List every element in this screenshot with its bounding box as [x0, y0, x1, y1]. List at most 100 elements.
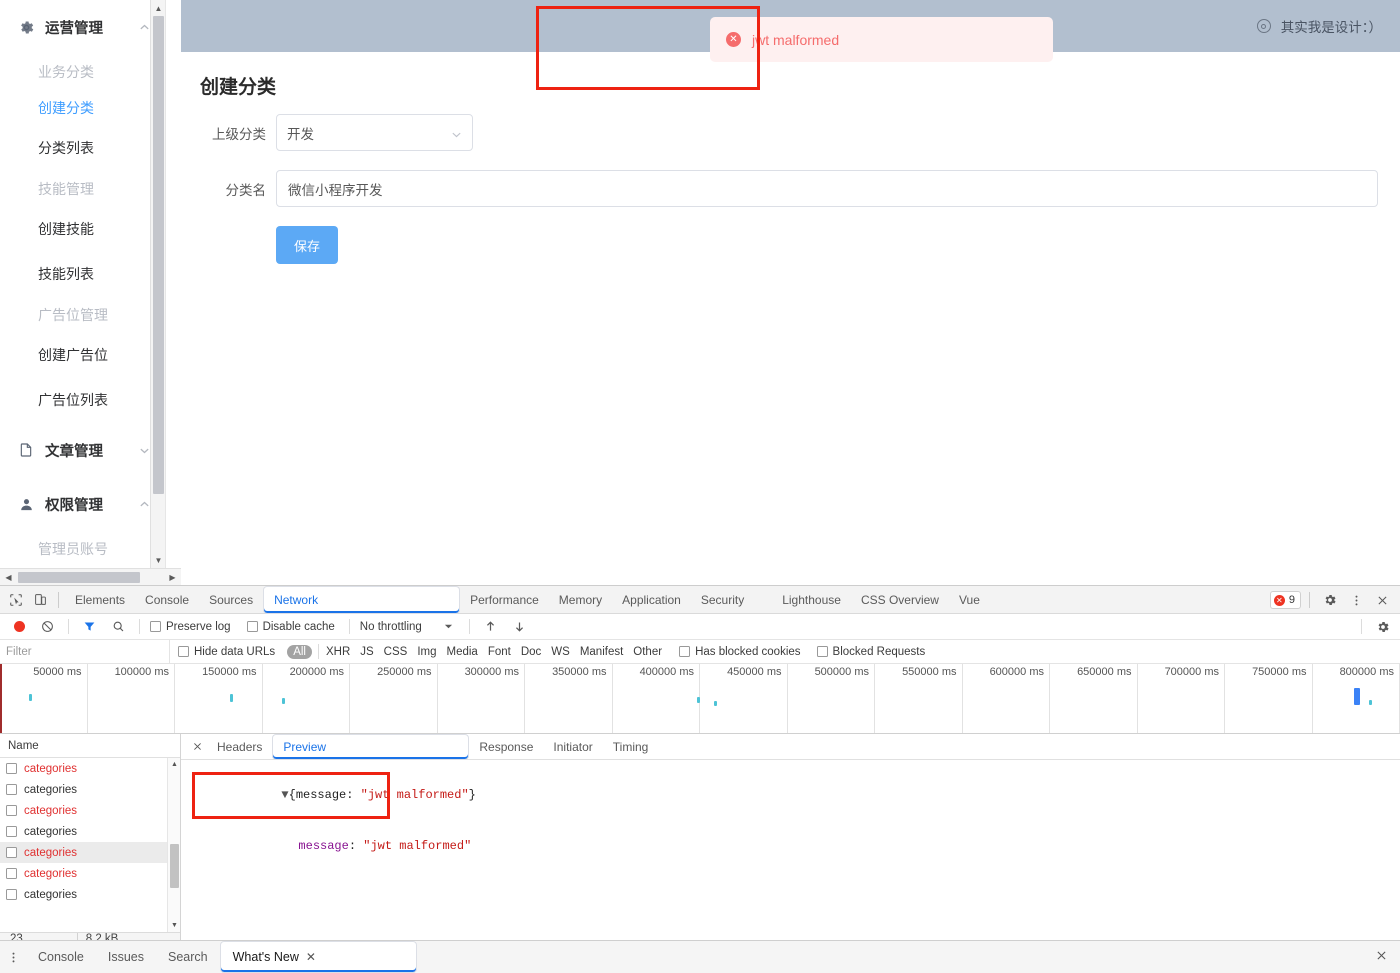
upload-arrow-icon[interactable]	[476, 614, 505, 640]
row-checkbox[interactable]	[6, 889, 17, 900]
has-blocked-cookies-checkbox[interactable]: Has blocked cookies	[667, 639, 808, 665]
tab-css-overview[interactable]: CSS Overview	[851, 586, 949, 614]
disclosure-triangle-icon[interactable]: ▼	[281, 788, 288, 802]
row-checkbox[interactable]	[6, 805, 17, 816]
row-checkbox[interactable]	[6, 847, 17, 858]
filter-type-media[interactable]: Media	[442, 646, 483, 658]
network-overview-timeline[interactable]: 50000 ms 100000 ms 150000 ms 200000 ms 25000…	[0, 664, 1400, 734]
sidebar-group-operations[interactable]: 运营管理	[0, 0, 165, 54]
chevron-down-icon[interactable]	[426, 614, 463, 640]
tab-elements[interactable]: Elements	[65, 586, 135, 614]
json-line-root[interactable]: ▼{message: "jwt malformed"}	[195, 770, 1400, 821]
sidebar-group-permissions[interactable]: 权限管理	[0, 477, 165, 531]
detail-tab-timing[interactable]: Timing	[603, 734, 659, 760]
sidebar-scroll-thumb[interactable]	[153, 16, 164, 494]
tab-security[interactable]: Security	[691, 586, 754, 614]
tab-vue[interactable]: Vue	[949, 586, 990, 614]
hide-data-urls-checkbox[interactable]: Hide data URLs	[170, 639, 283, 665]
row-checkbox[interactable]	[6, 784, 17, 795]
sidebar-item-skill-management[interactable]: 技能管理	[0, 171, 165, 207]
filter-type-img[interactable]: Img	[412, 646, 441, 658]
sidebar-item-admin-account[interactable]: 管理员账号	[0, 531, 165, 567]
table-row[interactable]: categories	[0, 758, 180, 779]
scroll-down-arrow-icon[interactable]: ▼	[151, 552, 165, 568]
close-icon[interactable]	[187, 737, 207, 757]
drawer-tab-whats-new[interactable]: What's New ✕	[219, 941, 417, 973]
filter-type-xhr[interactable]: XHR	[321, 646, 355, 658]
table-row[interactable]: categories	[0, 842, 180, 863]
inspect-element-icon[interactable]	[4, 588, 28, 612]
filter-type-css[interactable]: CSS	[379, 646, 413, 658]
filter-type-manifest[interactable]: Manifest	[575, 646, 628, 658]
tab-lighthouse[interactable]: Lighthouse	[772, 586, 851, 614]
drawer-tab-search[interactable]: Search	[156, 941, 220, 973]
row-checkbox[interactable]	[6, 826, 17, 837]
throttling-select[interactable]: No throttling	[356, 614, 426, 640]
filter-type-js[interactable]: JS	[355, 646, 378, 658]
table-row[interactable]: categories	[0, 779, 180, 800]
device-toolbar-icon[interactable]	[28, 588, 52, 612]
sidebar-horizontal-scrollbar[interactable]: ◀ ▶	[0, 568, 181, 585]
tab-sources[interactable]: Sources	[199, 586, 263, 614]
drawer-tab-issues[interactable]: Issues	[96, 941, 156, 973]
clear-icon[interactable]	[33, 614, 62, 640]
user-area[interactable]: 其实我是设计：）	[1256, 16, 1382, 36]
close-icon[interactable]: ✕	[306, 941, 316, 973]
filter-type-ws[interactable]: WS	[546, 646, 575, 658]
network-settings-gear-icon[interactable]	[1368, 614, 1400, 640]
sidebar-item-ad-slot-list[interactable]: 广告位列表	[0, 378, 165, 423]
row-checkbox[interactable]	[6, 868, 17, 879]
sidebar-item-business-category[interactable]: 业务分类	[0, 54, 165, 90]
save-button[interactable]: 保存	[276, 226, 338, 264]
drawer-close-icon[interactable]	[1375, 949, 1388, 965]
scroll-right-arrow-icon[interactable]: ▶	[164, 569, 181, 585]
request-list-scroll-thumb[interactable]	[170, 844, 179, 888]
filter-type-doc[interactable]: Doc	[516, 646, 546, 658]
filter-type-other[interactable]: Other	[628, 646, 667, 658]
download-arrow-icon[interactable]	[505, 614, 534, 640]
request-list-scrollbar[interactable]: ▲ ▼	[167, 758, 180, 932]
sidebar-item-create-skill[interactable]: 创建技能	[0, 207, 165, 252]
detail-tab-initiator[interactable]: Initiator	[543, 734, 602, 760]
disable-cache-checkbox[interactable]: Disable cache	[239, 614, 343, 640]
filter-type-font[interactable]: Font	[483, 646, 516, 658]
detail-tab-response[interactable]: Response	[469, 734, 543, 760]
scroll-up-arrow-icon[interactable]: ▲	[168, 758, 181, 771]
table-row[interactable]: categories	[0, 884, 180, 905]
tab-console[interactable]: Console	[135, 586, 199, 614]
drawer-tab-console[interactable]: Console	[26, 941, 96, 973]
settings-gear-icon[interactable]	[1318, 588, 1342, 612]
more-vertical-icon[interactable]	[0, 951, 26, 964]
tab-performance[interactable]: Performance	[460, 586, 549, 614]
filter-funnel-icon[interactable]	[75, 614, 104, 640]
filter-type-all[interactable]: All	[287, 644, 312, 659]
row-checkbox[interactable]	[6, 763, 17, 774]
blocked-requests-checkbox[interactable]: Blocked Requests	[809, 639, 934, 665]
table-row[interactable]: categories	[0, 863, 180, 884]
scroll-down-arrow-icon[interactable]: ▼	[168, 919, 181, 932]
error-count-badge[interactable]: ✕ 9	[1269, 591, 1301, 609]
error-toast[interactable]: ✕ jwt malformed	[710, 17, 1053, 62]
table-row[interactable]: categories	[0, 821, 180, 842]
sidebar-item-create-ad-slot[interactable]: 创建广告位	[0, 333, 165, 378]
parent-category-select[interactable]: 开发	[276, 114, 473, 151]
sidebar-group-articles[interactable]: 文章管理	[0, 423, 165, 477]
column-header-name[interactable]: Name	[0, 734, 180, 758]
sidebar-item-create-category[interactable]: 创建分类	[0, 90, 165, 126]
detail-tab-headers[interactable]: Headers	[207, 734, 272, 760]
sidebar-item-category-list[interactable]: 分类列表	[0, 126, 165, 171]
category-name-input[interactable]: 微信小程序开发	[276, 170, 1378, 207]
sidebar-vertical-scrollbar[interactable]: ▲ ▼	[150, 0, 165, 568]
more-vertical-icon[interactable]	[1344, 588, 1368, 612]
scroll-up-arrow-icon[interactable]: ▲	[151, 0, 165, 16]
preserve-log-checkbox[interactable]: Preserve log	[146, 614, 239, 640]
record-button-icon[interactable]	[6, 614, 33, 640]
tab-application[interactable]: Application	[612, 586, 691, 614]
tab-network[interactable]: Network	[263, 585, 461, 614]
search-icon[interactable]	[104, 614, 133, 640]
sidebar-item-ad-slot-management[interactable]: 广告位管理	[0, 297, 165, 333]
filter-input[interactable]: Filter	[0, 639, 170, 664]
table-row[interactable]: categories	[0, 800, 180, 821]
scroll-left-arrow-icon[interactable]: ◀	[0, 569, 17, 585]
close-icon[interactable]	[1370, 588, 1394, 612]
